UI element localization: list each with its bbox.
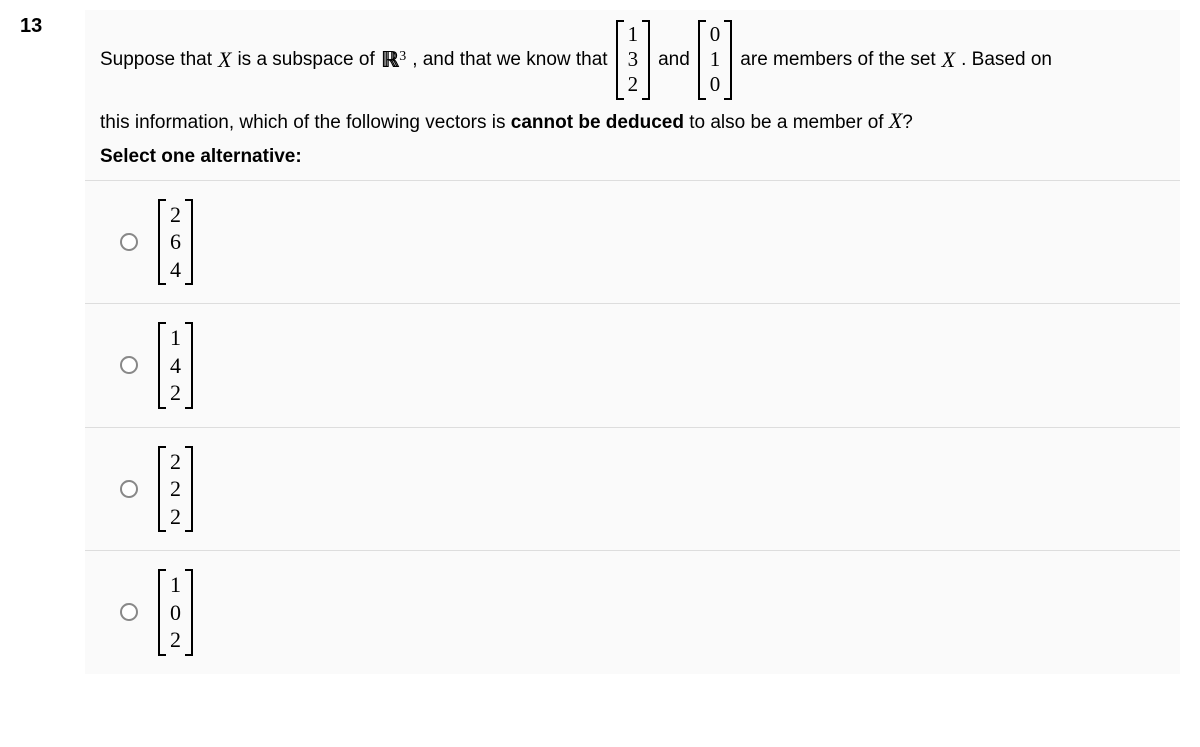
option-b[interactable]: 1 4 2 bbox=[85, 303, 1180, 427]
vector-2: 0 1 0 bbox=[698, 20, 733, 100]
radio-button[interactable] bbox=[120, 356, 138, 374]
question-number: 13 bbox=[20, 10, 85, 674]
q-text: is a subspace of bbox=[237, 46, 374, 75]
option-vector: 1 4 2 bbox=[158, 322, 193, 409]
q-text: . Based on bbox=[961, 46, 1052, 75]
option-a[interactable]: 2 6 4 bbox=[85, 180, 1180, 304]
var-x: X bbox=[889, 108, 902, 133]
q-text: are members of the set bbox=[740, 46, 935, 75]
radio-button[interactable] bbox=[120, 480, 138, 498]
var-x: X bbox=[218, 43, 231, 76]
option-vector: 2 2 2 bbox=[158, 446, 193, 533]
select-instruction: Select one alternative: bbox=[100, 143, 1165, 172]
question-text: Suppose that X is a subspace of ℝ3 , and… bbox=[85, 10, 1180, 180]
bold-text: cannot be deduced bbox=[511, 112, 684, 133]
option-vector: 2 6 4 bbox=[158, 199, 193, 286]
option-c[interactable]: 2 2 2 bbox=[85, 427, 1180, 551]
options-list: 2 6 4 1 4 2 bbox=[85, 180, 1180, 674]
q-text: and bbox=[658, 46, 690, 75]
radio-button[interactable] bbox=[120, 233, 138, 251]
option-d[interactable]: 1 0 2 bbox=[85, 550, 1180, 674]
real-space: ℝ3 bbox=[381, 43, 406, 77]
question-line2: this information, which of the following… bbox=[100, 104, 1165, 138]
question-content: Suppose that X is a subspace of ℝ3 , and… bbox=[85, 10, 1180, 674]
option-vector: 1 0 2 bbox=[158, 569, 193, 656]
q-text: , and that we know that bbox=[412, 46, 607, 75]
var-x: X bbox=[942, 43, 955, 76]
vector-1: 1 3 2 bbox=[616, 20, 651, 100]
q-text-prefix: Suppose that bbox=[100, 46, 212, 75]
radio-button[interactable] bbox=[120, 603, 138, 621]
